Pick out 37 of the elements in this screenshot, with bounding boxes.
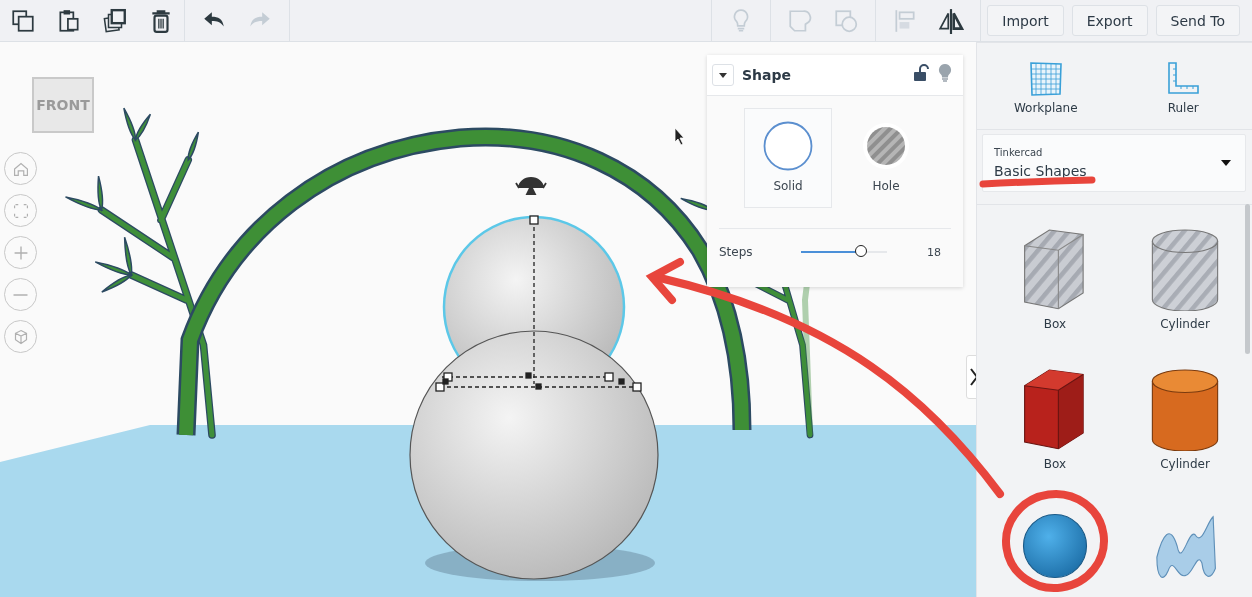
send-to-button[interactable]: Send To — [1155, 5, 1240, 36]
fit-view-button[interactable] — [4, 194, 37, 227]
chevron-icon — [970, 368, 976, 386]
hole-option[interactable]: Hole — [842, 108, 930, 208]
shape-item[interactable]: Cylinder — [1125, 217, 1245, 357]
ruler-icon — [1165, 60, 1202, 97]
steps-label: Steps — [719, 245, 753, 259]
shape-library-dropdown[interactable]: Tinkercad Basic Shapes — [982, 134, 1246, 192]
mirror-icon[interactable] — [938, 7, 965, 34]
panel-title: Shape — [742, 67, 792, 83]
duplicate-icon[interactable] — [102, 7, 128, 34]
shape-item[interactable]: Cylinder — [1125, 357, 1245, 497]
export-button[interactable]: Export — [1071, 5, 1148, 36]
zoom-in-button[interactable] — [4, 236, 37, 269]
workplane-button[interactable]: Workplane — [977, 43, 1115, 129]
collapse-button[interactable] — [712, 64, 734, 86]
home-button[interactable] — [4, 152, 37, 185]
zoom-out-icon — [13, 293, 28, 296]
shape-item[interactable]: Box — [985, 217, 1125, 357]
copy-icon[interactable] — [10, 7, 36, 34]
paste-icon[interactable] — [56, 7, 82, 34]
scrollbar[interactable] — [1245, 204, 1250, 354]
zoom-out-button[interactable] — [4, 278, 37, 311]
library-name: Basic Shapes — [994, 163, 1088, 179]
solid-icon — [763, 121, 813, 171]
ruler-button[interactable]: Ruler — [1114, 43, 1252, 129]
cursor-icon — [674, 127, 685, 146]
solid-option[interactable]: Solid — [744, 108, 832, 208]
rotate-handle-icon[interactable] — [515, 177, 547, 195]
library-source: Tinkercad — [994, 147, 1044, 158]
import-button[interactable]: Import — [987, 5, 1064, 36]
perspective-button[interactable] — [4, 320, 37, 353]
dropdown-arrow-icon — [1221, 160, 1231, 166]
steps-value: 18 — [927, 245, 941, 259]
grid-icon — [1027, 60, 1064, 97]
shape-item[interactable]: Box — [985, 357, 1125, 497]
caret-icon — [719, 72, 727, 78]
